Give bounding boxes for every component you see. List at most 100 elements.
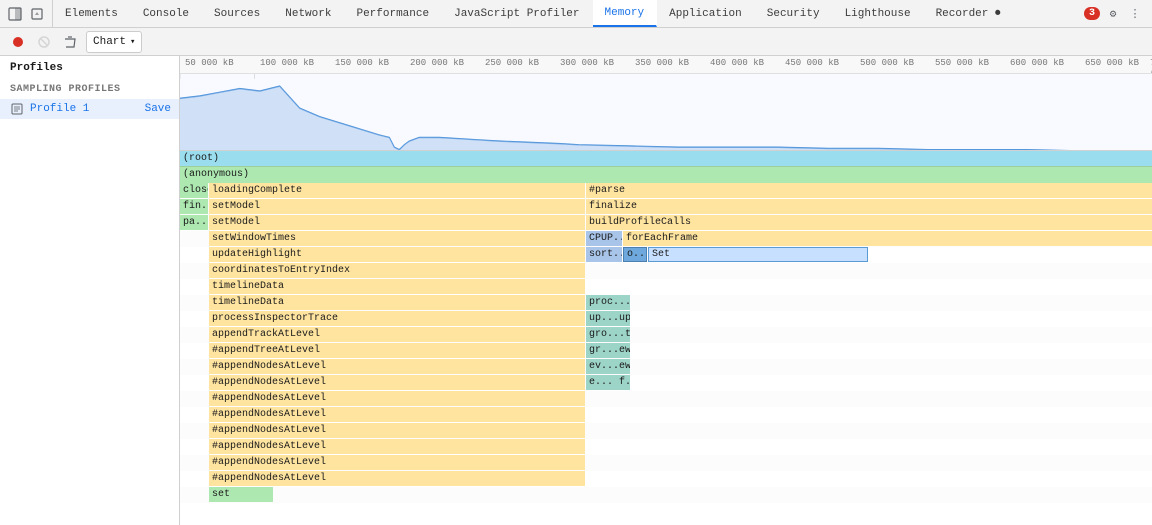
flame-cell[interactable]: up...up [586,311,630,326]
table-row[interactable]: #appendNodesAtLevel [180,407,1152,423]
top-nav: Elements Console Sources Network Perform… [0,0,1152,28]
table-row[interactable]: coordinatesToEntryIndex [180,263,1152,279]
tab-sources[interactable]: Sources [202,0,273,27]
flame-cell[interactable]: fin...ce [180,199,208,214]
chart-select[interactable]: Chart ▾ [86,31,142,53]
table-row[interactable]: processInspectorTrace up...up [180,311,1152,327]
table-row[interactable]: #appendNodesAtLevel ev...ew [180,359,1152,375]
save-link[interactable]: Save [145,103,171,115]
devtools-icons [0,0,53,27]
flame-cell-root[interactable]: (root) [180,151,1152,166]
flame-cell[interactable]: #appendNodesAtLevel [209,391,585,406]
table-row[interactable]: #appendNodesAtLevel [180,455,1152,471]
flame-cell[interactable]: setModel [209,215,585,230]
table-row[interactable]: timelineData proc...ata [180,295,1152,311]
flame-cell[interactable]: buildProfileCalls [586,215,1152,230]
settings-btn[interactable]: ⚙ [1104,5,1122,23]
table-row[interactable]: #appendNodesAtLevel e... f...r [180,375,1152,391]
sidebar-profiles-header: Profiles [0,56,179,80]
nav-right: 3 ⚙ ⋮ [1076,5,1152,23]
table-row[interactable]: #appendNodesAtLevel [180,391,1152,407]
flame-cell[interactable]: forEachFrame [623,231,1152,246]
flame-cell[interactable]: CPUP...del [586,231,622,246]
flame-chart-inner: (root) (anonymous) close loadingComplete… [180,151,1152,511]
flame-cell[interactable]: close [180,183,208,198]
content-area: 50 000 kB 100 000 kB 150 000 kB 200 000 … [180,56,1152,525]
table-row[interactable]: set [180,487,1152,503]
sidebar: Profiles SAMPLING PROFILES Profile 1 Sav… [0,56,180,525]
table-row[interactable]: (root) [180,151,1152,167]
flame-cell-anon[interactable]: (anonymous) [180,167,1152,182]
table-row[interactable]: updateHighlight sort...ples o...k Set [180,247,1152,263]
flame-cell[interactable]: pa...at [180,215,208,230]
flame-cell[interactable]: #appendNodesAtLevel [209,423,585,438]
sidebar-section-title: SAMPLING PROFILES [0,80,179,99]
clear-btn[interactable] [60,32,80,52]
flame-cell-set[interactable]: set [209,487,273,502]
tab-recorder[interactable]: Recorder ⏺ [924,0,1014,27]
tab-memory[interactable]: Memory [593,0,658,27]
table-row[interactable]: (anonymous) [180,167,1152,183]
record-btn[interactable] [8,32,28,52]
flame-cell[interactable]: updateHighlight [209,247,585,262]
flame-cell[interactable]: #appendNodesAtLevel [209,471,585,486]
profile-icon [10,102,24,116]
nav-tabs: Elements Console Sources Network Perform… [53,0,1076,27]
more-btn[interactable]: ⋮ [1126,5,1144,23]
flame-cell[interactable]: proc...ata [586,295,630,310]
flame-cell-selected[interactable]: o...k [623,247,647,262]
table-row[interactable]: #appendNodesAtLevel [180,471,1152,487]
chart-container: 50 000 kB 100 000 kB 150 000 kB 200 000 … [180,56,1152,151]
tab-console[interactable]: Console [131,0,202,27]
flame-cell-highlight[interactable]: Set [648,247,868,262]
flame-cell[interactable]: processInspectorTrace [209,311,585,326]
flame-chart[interactable]: (root) (anonymous) close loadingComplete… [180,151,1152,525]
flame-cell[interactable]: #appendNodesAtLevel [209,455,585,470]
flame-cell[interactable]: loadingComplete [209,183,585,198]
memory-chart[interactable] [180,74,1152,151]
stop-btn[interactable] [34,32,54,52]
tab-performance[interactable]: Performance [344,0,442,27]
sidebar-item-profile1[interactable]: Profile 1 Save [0,99,179,119]
table-row[interactable]: close loadingComplete #parse [180,183,1152,199]
tab-lighthouse[interactable]: Lighthouse [833,0,924,27]
flame-cell[interactable]: #appendTreeAtLevel [209,343,585,358]
tab-security[interactable]: Security [755,0,833,27]
tab-js-profiler[interactable]: JavaScript Profiler [442,0,592,27]
tab-application[interactable]: Application [657,0,755,27]
flame-cell[interactable]: coordinatesToEntryIndex [209,263,585,278]
devtools-dock-btn[interactable] [6,5,24,23]
flame-cell[interactable]: gr...ew [586,343,630,358]
flame-cell[interactable]: setModel [209,199,585,214]
devtools-cursor-btn[interactable] [28,5,46,23]
main-layout: Profiles SAMPLING PROFILES Profile 1 Sav… [0,56,1152,525]
flame-cell[interactable]: timelineData [209,295,585,310]
top-ruler: 50 000 kB 100 000 kB 150 000 kB 200 000 … [180,56,1152,74]
flame-cell[interactable]: sort...ples [586,247,622,262]
flame-cell[interactable]: #appendNodesAtLevel [209,439,585,454]
chevron-down-icon: ▾ [130,37,135,47]
table-row[interactable]: fin...ce setModel finalize [180,199,1152,215]
table-row[interactable]: pa...at setModel buildProfileCalls [180,215,1152,231]
flame-cell[interactable]: ev...ew [586,359,630,374]
table-row[interactable]: appendTrackAtLevel gro...ts [180,327,1152,343]
chart-select-label: Chart [93,36,126,48]
flame-cell[interactable]: #parse [586,183,1152,198]
flame-cell[interactable]: #appendNodesAtLevel [209,407,585,422]
table-row[interactable]: #appendNodesAtLevel [180,423,1152,439]
table-row[interactable]: timelineData [180,279,1152,295]
flame-cell[interactable]: timelineData [209,279,585,294]
flame-cell[interactable]: e... f...r [586,375,630,390]
error-badge: 3 [1084,7,1100,20]
flame-cell[interactable]: #appendNodesAtLevel [209,375,585,390]
table-row[interactable]: #appendTreeAtLevel gr...ew [180,343,1152,359]
flame-cell[interactable]: gro...ts [586,327,630,342]
flame-cell[interactable]: setWindowTimes [209,231,585,246]
tab-elements[interactable]: Elements [53,0,131,27]
flame-cell[interactable]: appendTrackAtLevel [209,327,585,342]
table-row[interactable]: #appendNodesAtLevel [180,439,1152,455]
flame-cell[interactable]: finalize [586,199,1152,214]
tab-network[interactable]: Network [273,0,344,27]
table-row[interactable]: setWindowTimes CPUP...del forEachFrame [180,231,1152,247]
flame-cell[interactable]: #appendNodesAtLevel [209,359,585,374]
